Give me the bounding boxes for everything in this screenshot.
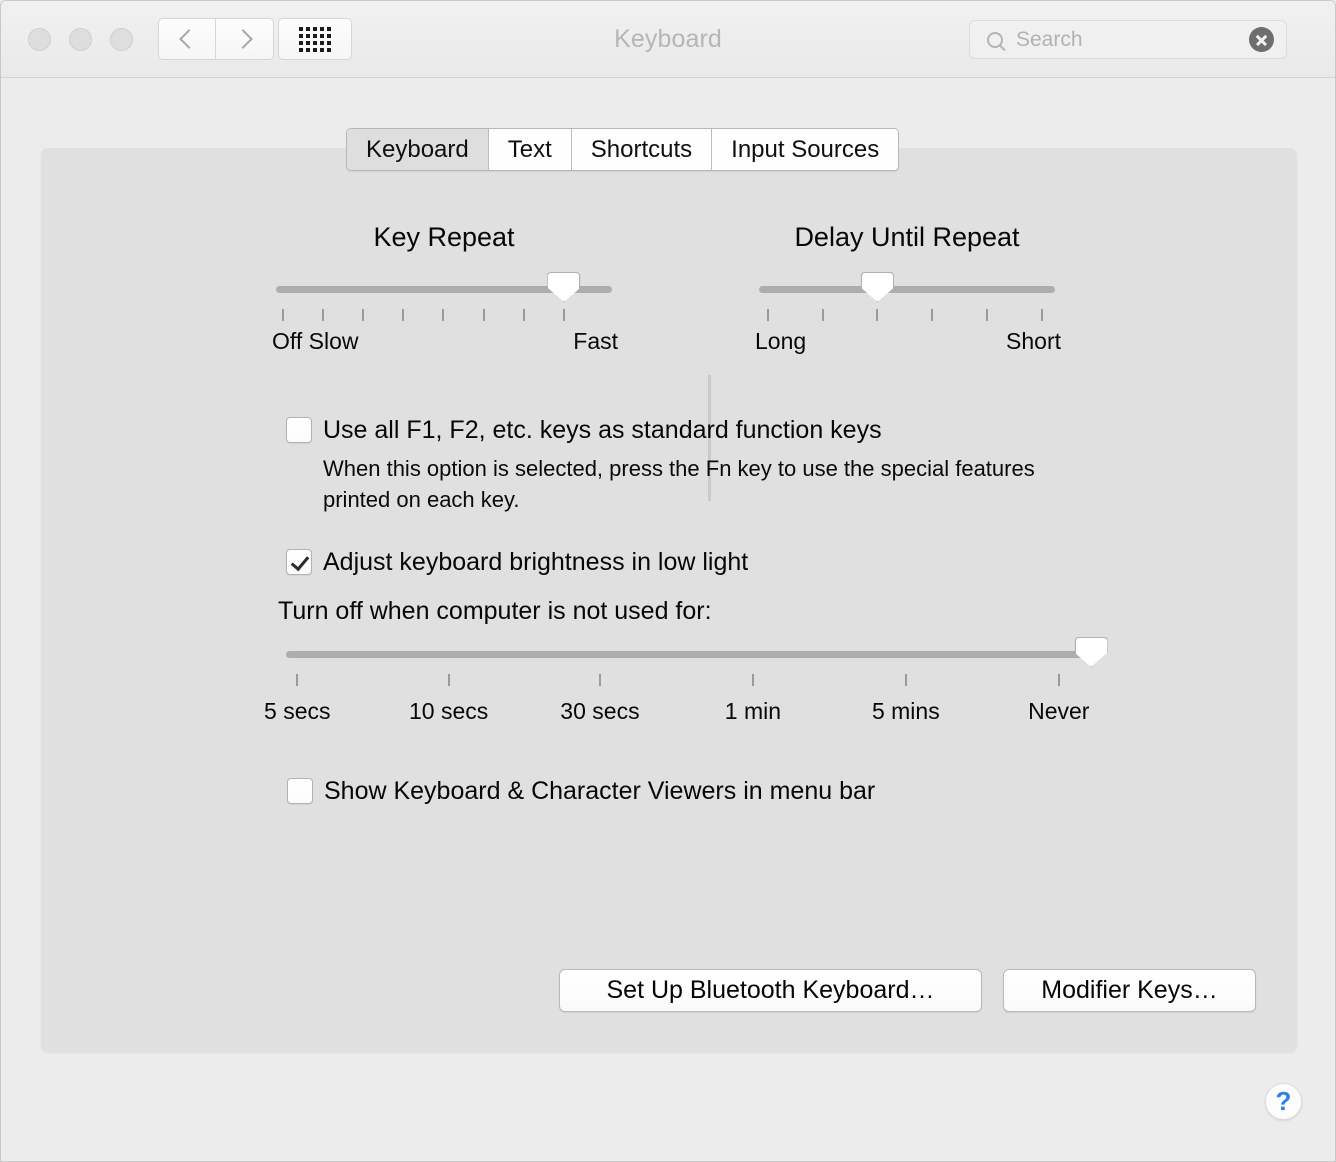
tab-bar: Keyboard Text Shortcuts Input Sources: [346, 128, 900, 171]
set-up-bluetooth-keyboard-button[interactable]: Set Up Bluetooth Keyboard…: [559, 969, 982, 1012]
key-repeat-section: Key Repeat Off Slow Fast: [272, 222, 618, 358]
timeout-label-5: Never: [1028, 698, 1090, 724]
modifier-keys-button[interactable]: Modifier Keys…: [1003, 969, 1256, 1012]
function-keys-checkbox[interactable]: [286, 417, 312, 443]
key-repeat-ticks: [276, 309, 612, 321]
delay-labels: Long Short: [755, 328, 1061, 358]
titlebar: Keyboard Search: [1, 1, 1335, 78]
system-preferences-window: Keyboard Search Keyboard Text Shortcuts …: [0, 0, 1336, 1162]
timeout-track: [286, 651, 1091, 658]
delay-until-repeat-title: Delay Until Repeat: [794, 222, 1020, 252]
timeout-labels: 5 secs 10 secs 30 secs 1 min 5 mins Neve…: [264, 698, 1091, 730]
timeout-label-0: 5 secs: [264, 698, 331, 724]
keyboard-preferences-panel: Key Repeat Off Slow Fast Delay Until Rep…: [41, 147, 1297, 1052]
timeout-section-label: Turn off when computer is not used for:: [278, 597, 712, 625]
key-repeat-min-label: Off Slow: [272, 328, 359, 354]
timeout-label-3: 1 min: [724, 698, 782, 724]
timeout-label-4: 5 mins: [871, 698, 940, 724]
delay-until-repeat-section: Delay Until Repeat Long Short: [755, 222, 1061, 358]
brightness-checkbox-row[interactable]: Adjust keyboard brightness in low light: [286, 549, 748, 575]
repeat-sliders-row: Key Repeat Off Slow Fast Delay Until Rep…: [41, 222, 1297, 357]
function-keys-label: Use all F1, F2, etc. keys as standard fu…: [323, 416, 882, 444]
function-keys-help-text: When this option is selected, press the …: [323, 456, 1035, 512]
key-repeat-title: Key Repeat: [373, 222, 515, 252]
brightness-label: Adjust keyboard brightness in low light: [323, 548, 749, 576]
delay-track: [759, 286, 1055, 293]
tab-input-sources[interactable]: Input Sources: [712, 129, 899, 170]
viewers-checkbox-row[interactable]: Show Keyboard & Character Viewers in men…: [287, 778, 875, 804]
tab-keyboard[interactable]: Keyboard: [347, 129, 489, 170]
delay-max-label: Short: [1006, 328, 1061, 354]
key-repeat-thumb[interactable]: [547, 272, 581, 302]
search-field[interactable]: Search: [969, 20, 1287, 59]
timeout-thumb[interactable]: [1074, 637, 1108, 667]
timeout-label-1: 10 secs: [408, 698, 489, 724]
key-repeat-max-label: Fast: [573, 328, 618, 354]
brightness-checkbox[interactable]: [286, 549, 312, 575]
help-button[interactable]: ?: [1265, 1083, 1302, 1120]
delay-ticks: [759, 309, 1055, 321]
keyboard-timeout-slider[interactable]: 5 secs 10 secs 30 secs 1 min 5 mins Neve…: [264, 637, 1108, 730]
clear-search-icon[interactable]: [1249, 27, 1274, 52]
key-repeat-slider[interactable]: [276, 272, 612, 302]
timeout-label-2: 30 secs: [560, 698, 640, 724]
search-icon: [987, 31, 1003, 48]
viewers-label: Show Keyboard & Character Viewers in men…: [324, 777, 876, 805]
tab-text[interactable]: Text: [488, 129, 572, 170]
delay-min-label: Long: [755, 328, 807, 354]
tab-shortcuts[interactable]: Shortcuts: [571, 129, 713, 170]
function-keys-checkbox-row[interactable]: Use all F1, F2, etc. keys as standard fu…: [286, 417, 882, 443]
delay-until-repeat-slider[interactable]: [759, 272, 1055, 302]
search-input[interactable]: Search: [1016, 28, 1249, 52]
key-repeat-labels: Off Slow Fast: [272, 328, 618, 358]
viewers-checkbox[interactable]: [287, 778, 313, 804]
delay-thumb[interactable]: [860, 272, 894, 302]
timeout-ticks: [286, 674, 1091, 686]
